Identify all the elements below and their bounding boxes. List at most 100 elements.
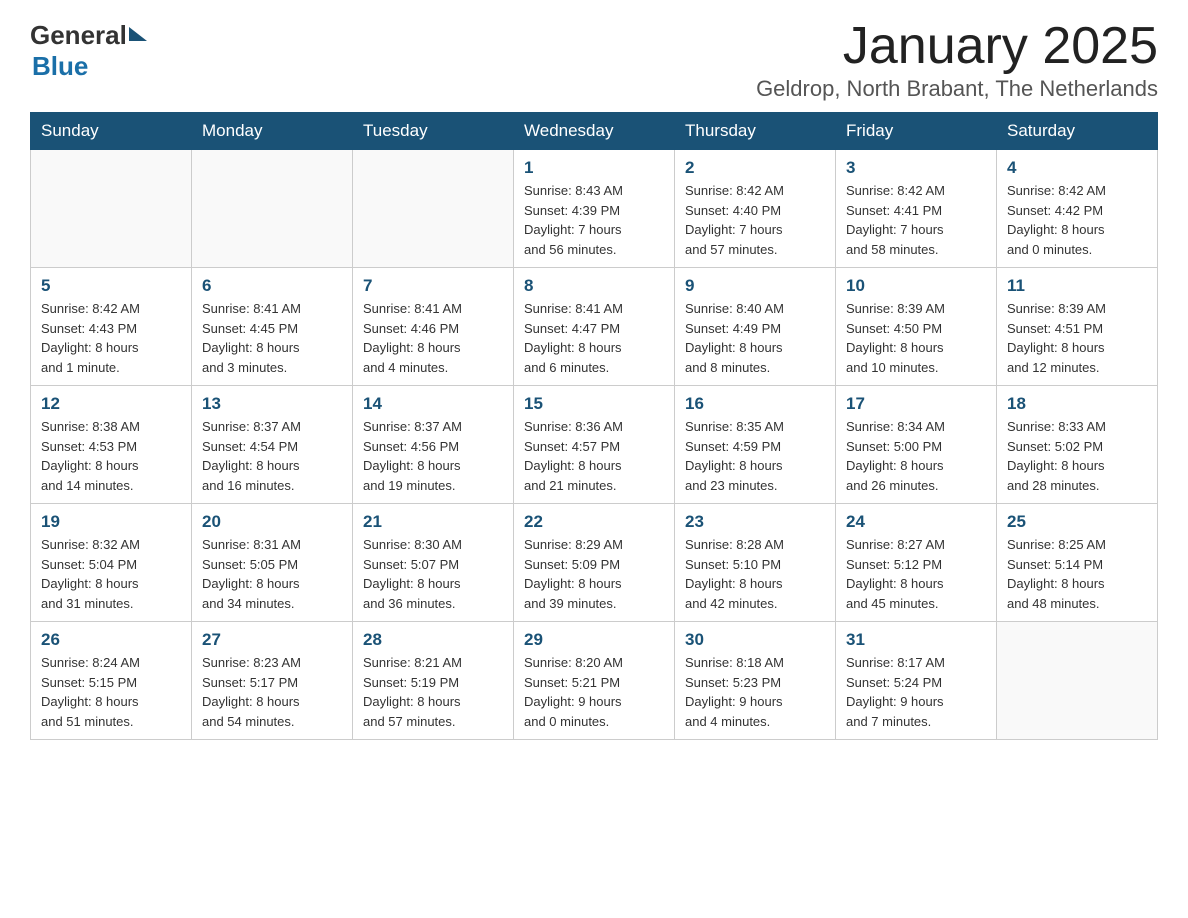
calendar-cell: 30 Sunrise: 8:18 AM Sunset: 5:23 PM Dayli…: [675, 622, 836, 740]
day-number: 25: [1007, 512, 1147, 532]
calendar-cell: 21Sunrise: 8:30 AM Sunset: 5:07 PM Dayli…: [353, 504, 514, 622]
calendar-cell: [31, 150, 192, 268]
day-number: 12: [41, 394, 181, 414]
day-info: Sunrise: 8:25 AM Sunset: 5:14 PM Dayligh…: [1007, 535, 1147, 613]
day-number: 27: [202, 630, 342, 650]
day-info: Sunrise: 8:37 AM Sunset: 4:54 PM Dayligh…: [202, 417, 342, 495]
day-info: Sunrise: 8:31 AM Sunset: 5:05 PM Dayligh…: [202, 535, 342, 613]
day-number: 29: [524, 630, 664, 650]
col-monday: Monday: [192, 113, 353, 150]
day-info: Sunrise: 8:20 AM Sunset: 5:21 PM Dayligh…: [524, 653, 664, 731]
calendar-cell: 3Sunrise: 8:42 AM Sunset: 4:41 PM Daylig…: [836, 150, 997, 268]
logo: General Blue: [30, 20, 147, 82]
calendar-cell: 28 Sunrise: 8:21 AM Sunset: 5:19 PM Dayli…: [353, 622, 514, 740]
calendar-header-row: Sunday Monday Tuesday Wednesday Thursday…: [31, 113, 1158, 150]
logo-arrow-icon: [129, 27, 147, 45]
day-number: 31: [846, 630, 986, 650]
day-number: 11: [1007, 276, 1147, 296]
col-friday: Friday: [836, 113, 997, 150]
day-number: 5: [41, 276, 181, 296]
day-info: Sunrise: 8:39 AM Sunset: 4:50 PM Dayligh…: [846, 299, 986, 377]
day-number: 24: [846, 512, 986, 532]
day-number: 7: [363, 276, 503, 296]
col-saturday: Saturday: [997, 113, 1158, 150]
day-number: 15: [524, 394, 664, 414]
day-info: Sunrise: 8:28 AM Sunset: 5:10 PM Dayligh…: [685, 535, 825, 613]
calendar-cell: 4 Sunrise: 8:42 AM Sunset: 4:42 PM Daylig…: [997, 150, 1158, 268]
logo-blue-text: Blue: [32, 51, 88, 81]
day-info: Sunrise: 8:39 AM Sunset: 4:51 PM Dayligh…: [1007, 299, 1147, 377]
title-area: January 2025 Geldrop, North Brabant, The…: [756, 20, 1158, 102]
calendar-cell: 13 Sunrise: 8:37 AM Sunset: 4:54 PM Dayli…: [192, 386, 353, 504]
day-info: Sunrise: 8:41 AM Sunset: 4:45 PM Dayligh…: [202, 299, 342, 377]
calendar-cell: [353, 150, 514, 268]
day-number: 14: [363, 394, 503, 414]
calendar-cell: 20 Sunrise: 8:31 AM Sunset: 5:05 PM Dayli…: [192, 504, 353, 622]
day-number: 4: [1007, 158, 1147, 178]
day-info: Sunrise: 8:41 AM Sunset: 4:47 PM Dayligh…: [524, 299, 664, 377]
calendar-cell: [192, 150, 353, 268]
day-info: Sunrise: 8:37 AM Sunset: 4:56 PM Dayligh…: [363, 417, 503, 495]
calendar-cell: 10Sunrise: 8:39 AM Sunset: 4:50 PM Dayli…: [836, 268, 997, 386]
day-info: Sunrise: 8:21 AM Sunset: 5:19 PM Dayligh…: [363, 653, 503, 731]
calendar-week-row: 19 Sunrise: 8:32 AM Sunset: 5:04 PM Dayli…: [31, 504, 1158, 622]
location-title: Geldrop, North Brabant, The Netherlands: [756, 76, 1158, 102]
col-thursday: Thursday: [675, 113, 836, 150]
logo-general-text: General: [30, 20, 127, 51]
calendar-cell: 24 Sunrise: 8:27 AM Sunset: 5:12 PM Dayli…: [836, 504, 997, 622]
calendar-cell: 11 Sunrise: 8:39 AM Sunset: 4:51 PM Dayli…: [997, 268, 1158, 386]
page-header: General Blue January 2025 Geldrop, North…: [30, 20, 1158, 102]
calendar-cell: 12 Sunrise: 8:38 AM Sunset: 4:53 PM Dayli…: [31, 386, 192, 504]
day-number: 1: [524, 158, 664, 178]
day-info: Sunrise: 8:38 AM Sunset: 4:53 PM Dayligh…: [41, 417, 181, 495]
day-info: Sunrise: 8:24 AM Sunset: 5:15 PM Dayligh…: [41, 653, 181, 731]
day-info: Sunrise: 8:18 AM Sunset: 5:23 PM Dayligh…: [685, 653, 825, 731]
calendar-week-row: 5 Sunrise: 8:42 AM Sunset: 4:43 PM Daylig…: [31, 268, 1158, 386]
calendar-week-row: 12 Sunrise: 8:38 AM Sunset: 4:53 PM Dayli…: [31, 386, 1158, 504]
col-wednesday: Wednesday: [514, 113, 675, 150]
day-number: 21: [363, 512, 503, 532]
calendar-cell: 2 Sunrise: 8:42 AM Sunset: 4:40 PM Daylig…: [675, 150, 836, 268]
day-number: 30: [685, 630, 825, 650]
day-number: 18: [1007, 394, 1147, 414]
day-info: Sunrise: 8:35 AM Sunset: 4:59 PM Dayligh…: [685, 417, 825, 495]
day-number: 22: [524, 512, 664, 532]
day-number: 17: [846, 394, 986, 414]
calendar-cell: 9 Sunrise: 8:40 AM Sunset: 4:49 PM Daylig…: [675, 268, 836, 386]
day-info: Sunrise: 8:42 AM Sunset: 4:42 PM Dayligh…: [1007, 181, 1147, 259]
calendar-cell: 14 Sunrise: 8:37 AM Sunset: 4:56 PM Dayli…: [353, 386, 514, 504]
calendar-cell: 29 Sunrise: 8:20 AM Sunset: 5:21 PM Dayli…: [514, 622, 675, 740]
day-info: Sunrise: 8:42 AM Sunset: 4:41 PM Dayligh…: [846, 181, 986, 259]
day-info: Sunrise: 8:23 AM Sunset: 5:17 PM Dayligh…: [202, 653, 342, 731]
day-number: 6: [202, 276, 342, 296]
day-number: 9: [685, 276, 825, 296]
day-number: 2: [685, 158, 825, 178]
calendar-cell: 7 Sunrise: 8:41 AM Sunset: 4:46 PM Daylig…: [353, 268, 514, 386]
calendar-cell: 5 Sunrise: 8:42 AM Sunset: 4:43 PM Daylig…: [31, 268, 192, 386]
col-sunday: Sunday: [31, 113, 192, 150]
calendar-cell: 6 Sunrise: 8:41 AM Sunset: 4:45 PM Daylig…: [192, 268, 353, 386]
day-number: 26: [41, 630, 181, 650]
day-info: Sunrise: 8:32 AM Sunset: 5:04 PM Dayligh…: [41, 535, 181, 613]
calendar-cell: 27 Sunrise: 8:23 AM Sunset: 5:17 PM Dayli…: [192, 622, 353, 740]
day-info: Sunrise: 8:29 AM Sunset: 5:09 PM Dayligh…: [524, 535, 664, 613]
calendar-table: Sunday Monday Tuesday Wednesday Thursday…: [30, 112, 1158, 740]
day-info: Sunrise: 8:41 AM Sunset: 4:46 PM Dayligh…: [363, 299, 503, 377]
day-number: 28: [363, 630, 503, 650]
day-info: Sunrise: 8:34 AM Sunset: 5:00 PM Dayligh…: [846, 417, 986, 495]
calendar-cell: 15Sunrise: 8:36 AM Sunset: 4:57 PM Dayli…: [514, 386, 675, 504]
day-info: Sunrise: 8:33 AM Sunset: 5:02 PM Dayligh…: [1007, 417, 1147, 495]
calendar-cell: 22 Sunrise: 8:29 AM Sunset: 5:09 PM Dayli…: [514, 504, 675, 622]
calendar-cell: 18 Sunrise: 8:33 AM Sunset: 5:02 PM Dayli…: [997, 386, 1158, 504]
day-info: Sunrise: 8:42 AM Sunset: 4:40 PM Dayligh…: [685, 181, 825, 259]
day-info: Sunrise: 8:40 AM Sunset: 4:49 PM Dayligh…: [685, 299, 825, 377]
day-number: 13: [202, 394, 342, 414]
day-number: 20: [202, 512, 342, 532]
col-tuesday: Tuesday: [353, 113, 514, 150]
calendar-cell: 25 Sunrise: 8:25 AM Sunset: 5:14 PM Dayli…: [997, 504, 1158, 622]
calendar-cell: 17 Sunrise: 8:34 AM Sunset: 5:00 PM Dayli…: [836, 386, 997, 504]
day-number: 19: [41, 512, 181, 532]
day-info: Sunrise: 8:27 AM Sunset: 5:12 PM Dayligh…: [846, 535, 986, 613]
calendar-cell: 16Sunrise: 8:35 AM Sunset: 4:59 PM Dayli…: [675, 386, 836, 504]
day-info: Sunrise: 8:42 AM Sunset: 4:43 PM Dayligh…: [41, 299, 181, 377]
